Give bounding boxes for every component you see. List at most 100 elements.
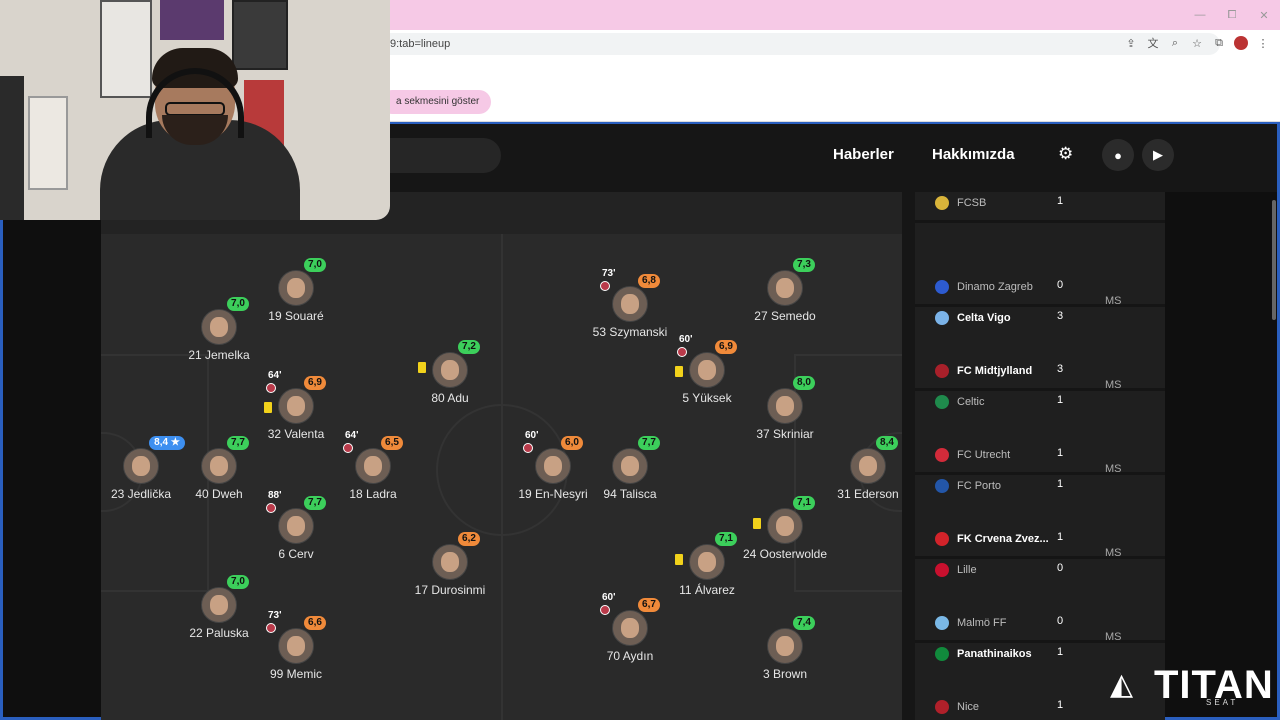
player-rating-badge: 6,2 bbox=[458, 532, 480, 546]
player-face bbox=[698, 360, 716, 380]
substitution-icon bbox=[523, 443, 533, 453]
player-rating-badge: 6,7 bbox=[638, 598, 660, 612]
player-photo bbox=[278, 508, 314, 544]
minimize-button[interactable]: — bbox=[1184, 0, 1216, 30]
glasses bbox=[165, 102, 225, 116]
team-line: Nice bbox=[935, 699, 1049, 715]
player-rating-badge: 6,9 bbox=[304, 376, 326, 390]
match-row[interactable]: FK Crvena Zvez... 1 Lille 0 MS bbox=[915, 475, 1165, 577]
player-rating-badge: 6,6 bbox=[304, 616, 326, 630]
team-line: Malmö FF bbox=[935, 615, 1049, 631]
player-name: 24 Oosterwolde bbox=[742, 547, 828, 561]
extensions-icon[interactable]: ⧉ bbox=[1212, 36, 1226, 50]
player-face bbox=[776, 396, 794, 416]
penalty-box-line bbox=[794, 354, 902, 356]
player-photo bbox=[612, 610, 648, 646]
zoom-icon[interactable]: ⌕ bbox=[1168, 36, 1182, 50]
player-name: 27 Semedo bbox=[754, 309, 816, 323]
player-face bbox=[210, 456, 228, 476]
match-status: MS bbox=[1105, 463, 1122, 475]
match-list-panel: FCSB 1 Dinamo Zagreb 0 Celta Vigo 3 MS FC Midtj… bbox=[902, 192, 1165, 720]
substitution-minute: 73' bbox=[268, 610, 282, 621]
player-photo bbox=[278, 270, 314, 306]
yellow-card-icon bbox=[753, 518, 761, 529]
team-line: FCSB bbox=[935, 195, 1049, 211]
page-scrollbar[interactable] bbox=[1272, 200, 1276, 320]
match-status: MS bbox=[1105, 631, 1122, 643]
player-rating-badge: 7,7 bbox=[638, 436, 660, 450]
address-bar[interactable]: 9:tab=lineup bbox=[300, 33, 1220, 55]
team-score: 1 bbox=[1056, 699, 1064, 711]
match-row[interactable]: FC Midtjylland 3 Celtic 1 MS bbox=[915, 307, 1165, 409]
player-face bbox=[776, 278, 794, 298]
player-face bbox=[621, 618, 639, 638]
match-row[interactable]: FC Utrecht 1 FC Porto 1 MS bbox=[915, 391, 1165, 493]
match-row[interactable]: Malmö FF 0 Panathinaikos 1 MS bbox=[915, 559, 1165, 661]
bookmark-star-icon[interactable]: ☆ bbox=[1190, 36, 1204, 50]
player-rating-badge: 7,0 bbox=[304, 258, 326, 272]
substitution-icon bbox=[677, 347, 687, 357]
player-face bbox=[621, 294, 639, 314]
player-rating-badge: 8,4 bbox=[876, 436, 898, 450]
substitution-minute: 64' bbox=[268, 370, 282, 381]
match-row[interactable]: FCSB 1 bbox=[915, 139, 1165, 223]
team-name: Malmö FF bbox=[957, 617, 1007, 629]
team-name: FCSB bbox=[957, 197, 987, 209]
window-controls: — ⧠ ✕ bbox=[1184, 0, 1280, 30]
team-line: FK Crvena Zvez... bbox=[935, 531, 1049, 547]
team-crest-icon bbox=[935, 364, 949, 378]
substitution-minute: 60' bbox=[602, 592, 616, 603]
team-score: 0 bbox=[1056, 615, 1064, 627]
player-face bbox=[287, 278, 305, 298]
profile-avatar[interactable] bbox=[1234, 36, 1248, 50]
team-score: 1 bbox=[1056, 195, 1064, 207]
substitution-icon bbox=[343, 443, 353, 453]
browser-menu-icon[interactable]: ⋮ bbox=[1256, 36, 1270, 50]
tab-group-chip[interactable]: a sekmesini göster bbox=[380, 90, 492, 114]
team-line: FC Utrecht bbox=[935, 447, 1049, 463]
maximize-button[interactable]: ⧠ bbox=[1216, 0, 1248, 30]
player-name: 99 Memic bbox=[269, 667, 322, 681]
player-name: 19 Souaré bbox=[268, 309, 324, 323]
player-name: 3 Brown bbox=[762, 667, 808, 681]
player-face bbox=[544, 456, 562, 476]
substitution-icon bbox=[266, 383, 276, 393]
player-name: 21 Jemelka bbox=[188, 348, 250, 362]
chair bbox=[0, 76, 24, 220]
player-face bbox=[621, 456, 639, 476]
player-rating-badge: 7,1 bbox=[715, 532, 737, 546]
install-icon[interactable]: ⇪ bbox=[1124, 36, 1138, 50]
match-row[interactable]: Dinamo Zagreb 0 Celta Vigo 3 MS bbox=[915, 223, 1165, 325]
player-photo bbox=[767, 270, 803, 306]
team-line: FC Midtjylland bbox=[935, 363, 1049, 379]
screen: — ⧠ ✕ 9:tab=lineup ⇪ 文 ⌕ ☆ ⧉ ⋮ a sekmesi… bbox=[0, 0, 1280, 720]
desk-fan bbox=[28, 96, 68, 190]
substitution-minute: 60' bbox=[679, 334, 693, 345]
player-face bbox=[776, 636, 794, 656]
player-rating-badge: 7,7 bbox=[304, 496, 326, 510]
team-score: 3 bbox=[1056, 363, 1064, 375]
close-button[interactable]: ✕ bbox=[1248, 0, 1280, 30]
player-photo bbox=[689, 544, 725, 580]
player-face bbox=[441, 552, 459, 572]
player-photo bbox=[612, 286, 648, 322]
player-face bbox=[776, 516, 794, 536]
yellow-card-icon bbox=[675, 366, 683, 377]
penalty-box-line bbox=[101, 590, 209, 592]
player-name: 70 Aydın bbox=[606, 649, 654, 663]
player-name: 5 Yüksek bbox=[682, 391, 732, 405]
translate-icon[interactable]: 文 bbox=[1146, 36, 1160, 50]
nav-news[interactable]: Haberler bbox=[833, 146, 894, 163]
player-photo bbox=[535, 448, 571, 484]
player-face bbox=[287, 516, 305, 536]
substitution-icon bbox=[600, 281, 610, 291]
address-bar-icons: ⇪ 文 ⌕ ☆ ⧉ ⋮ bbox=[1124, 36, 1270, 50]
team-name: Nice bbox=[957, 701, 980, 713]
substitution-icon bbox=[266, 503, 276, 513]
lineup-pitch: 7,0 19 Souaré 7,0 21 Jemelka 6,9 64' 32 Valent… bbox=[101, 192, 902, 720]
player-rating-badge: 7,7 bbox=[227, 436, 249, 450]
substitution-icon bbox=[266, 623, 276, 633]
team-score: 1 bbox=[1056, 447, 1064, 459]
team-name: FC Midtjylland bbox=[957, 365, 1033, 377]
player-photo bbox=[767, 508, 803, 544]
